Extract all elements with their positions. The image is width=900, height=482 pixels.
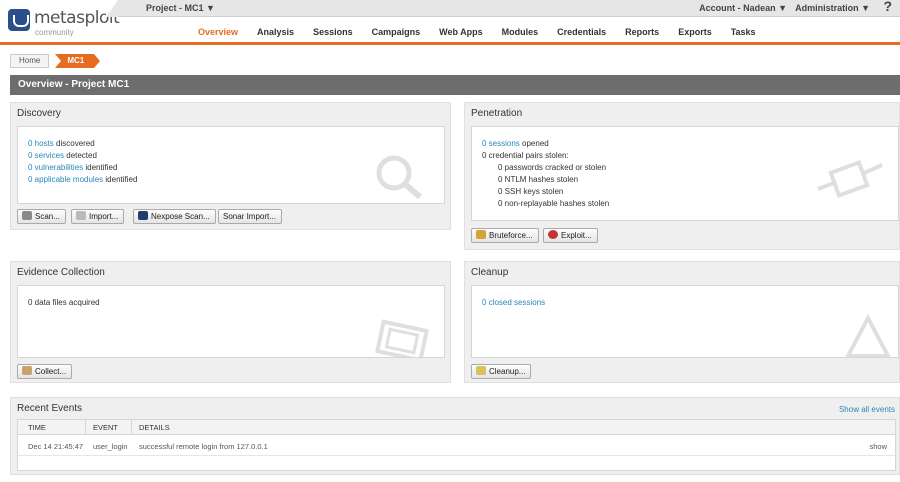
credential-pairs-line: 0 credential pairs stolen: — [482, 151, 569, 160]
cleanup-button[interactable]: Cleanup... — [471, 364, 532, 379]
nav-exports[interactable]: Exports — [678, 27, 712, 42]
applicable-modules-link[interactable]: 0 applicable modules — [28, 175, 103, 184]
column-divider — [85, 420, 86, 435]
ssh-keys-line: 0 SSH keys stolen — [498, 187, 564, 196]
modules-line: 0 applicable modules identified — [28, 175, 138, 184]
collect-button[interactable]: Collect... — [17, 364, 73, 379]
event-show-link[interactable]: show — [869, 442, 887, 451]
nav-sessions[interactable]: Sessions — [313, 27, 353, 42]
breadcrumb: Home MC1 — [10, 54, 101, 68]
plug-watermark-icon — [817, 160, 883, 198]
magnifier-watermark-icon — [376, 155, 422, 200]
scan-button[interactable]: Scan... — [17, 209, 66, 224]
page-title-bar: Overview - Project MC1 — [10, 75, 900, 95]
column-event[interactable]: EVENT — [93, 423, 118, 432]
sessions-line: 0 sessions opened — [482, 139, 549, 148]
nav-modules[interactable]: Modules — [502, 27, 539, 42]
broom-watermark-icon — [845, 314, 891, 357]
hosts-link[interactable]: 0 hosts — [28, 139, 54, 148]
recent-events-title: Recent Events — [17, 403, 83, 414]
ntlm-line: 0 NTLM hashes stolen — [498, 175, 579, 184]
cleanup-body: 0 closed sessions — [471, 285, 899, 358]
passwords-line: 0 passwords cracked or stolen — [498, 163, 607, 172]
bruteforce-icon — [476, 230, 486, 239]
account-menu[interactable]: Account - Nadean ▼ — [699, 3, 787, 13]
collect-icon — [22, 366, 32, 375]
import-icon — [76, 211, 86, 220]
event-details: successful remote login from 127.0.0.1 — [139, 442, 268, 451]
column-time[interactable]: TIME — [28, 423, 46, 432]
cleanup-icon — [476, 366, 486, 375]
event-type: user_login — [93, 442, 128, 451]
data-files-line: 0 data files acquired — [28, 298, 100, 307]
column-divider — [131, 420, 132, 435]
event-time: Dec 14 21:45:47 — [28, 442, 84, 451]
events-table-header: TIME EVENT DETAILS — [18, 420, 895, 435]
breadcrumb-current[interactable]: MC1 — [55, 54, 101, 68]
evidence-body: 0 data files acquired — [17, 285, 445, 358]
app-header: metasploit ® community Project - MC1 ▼ A… — [0, 0, 900, 45]
project-menu[interactable]: Project - MC1 ▼ — [146, 3, 215, 13]
metasploit-logo-icon — [8, 9, 30, 31]
nav-overview[interactable]: Overview — [198, 27, 238, 42]
folder-watermark-icon — [374, 319, 430, 357]
exploit-icon — [548, 230, 558, 239]
nav-campaigns[interactable]: Campaigns — [372, 27, 421, 42]
metasploit-logo[interactable]: metasploit ® community — [8, 5, 120, 39]
services-line: 0 services detected — [28, 151, 97, 160]
row-divider — [18, 455, 895, 456]
project-bar: Project - MC1 ▼ Account - Nadean ▼ Admin… — [106, 0, 900, 17]
cleanup-panel: Cleanup 0 closed sessions Cleanup... — [464, 261, 900, 383]
cleanup-title: Cleanup — [471, 267, 509, 278]
penetration-body: 0 sessions opened 0 credential pairs sto… — [471, 126, 899, 221]
import-button[interactable]: Import... — [71, 209, 125, 224]
discovery-body: 0 hosts discovered 0 services detected 0… — [17, 126, 445, 204]
nav-reports[interactable]: Reports — [625, 27, 659, 42]
sonar-import-button[interactable]: Sonar Import... — [218, 209, 282, 224]
bruteforce-button[interactable]: Bruteforce... — [471, 228, 539, 243]
events-table: TIME EVENT DETAILS Dec 14 21:45:47 user_… — [17, 419, 896, 471]
services-link[interactable]: 0 services — [28, 151, 64, 160]
exploit-button[interactable]: Exploit... — [543, 228, 598, 243]
nav-analysis[interactable]: Analysis — [257, 27, 294, 42]
evidence-panel: Evidence Collection 0 data files acquire… — [10, 261, 451, 383]
hosts-line: 0 hosts discovered — [28, 139, 95, 148]
penetration-title: Penetration — [471, 108, 523, 119]
nav-credentials[interactable]: Credentials — [557, 27, 606, 42]
vulnerabilities-line: 0 vulnerabilities identified — [28, 163, 118, 172]
scan-icon — [22, 211, 32, 220]
vulnerabilities-link[interactable]: 0 vulnerabilities — [28, 163, 83, 172]
non-replayable-line: 0 non-replayable hashes stolen — [498, 199, 610, 208]
administration-menu[interactable]: Administration ▼ — [795, 3, 870, 13]
penetration-panel: Penetration 0 sessions opened 0 credenti… — [464, 102, 900, 250]
nexpose-scan-button[interactable]: Nexpose Scan... — [133, 209, 216, 224]
main-nav: Overview Analysis Sessions Campaigns Web… — [198, 27, 775, 42]
logo-edition: community — [35, 28, 74, 37]
discovery-panel: Discovery 0 hosts discovered 0 services … — [10, 102, 451, 230]
page-title: Overview - Project MC1 — [18, 79, 130, 90]
column-details[interactable]: DETAILS — [139, 423, 170, 432]
breadcrumb-home[interactable]: Home — [10, 54, 50, 68]
nexpose-icon — [138, 211, 148, 220]
evidence-title: Evidence Collection — [17, 267, 105, 278]
nav-tasks[interactable]: Tasks — [731, 27, 756, 42]
recent-events-panel: Recent Events Show all events TIME EVENT… — [10, 397, 900, 475]
show-all-events-link[interactable]: Show all events — [839, 405, 895, 414]
nav-web-apps[interactable]: Web Apps — [439, 27, 483, 42]
closed-sessions-line: 0 closed sessions — [482, 298, 545, 307]
help-icon[interactable]: ? — [883, 0, 892, 14]
closed-sessions-link[interactable]: 0 closed sessions — [482, 298, 545, 307]
discovery-title: Discovery — [17, 108, 61, 119]
sessions-link[interactable]: 0 sessions — [482, 139, 520, 148]
